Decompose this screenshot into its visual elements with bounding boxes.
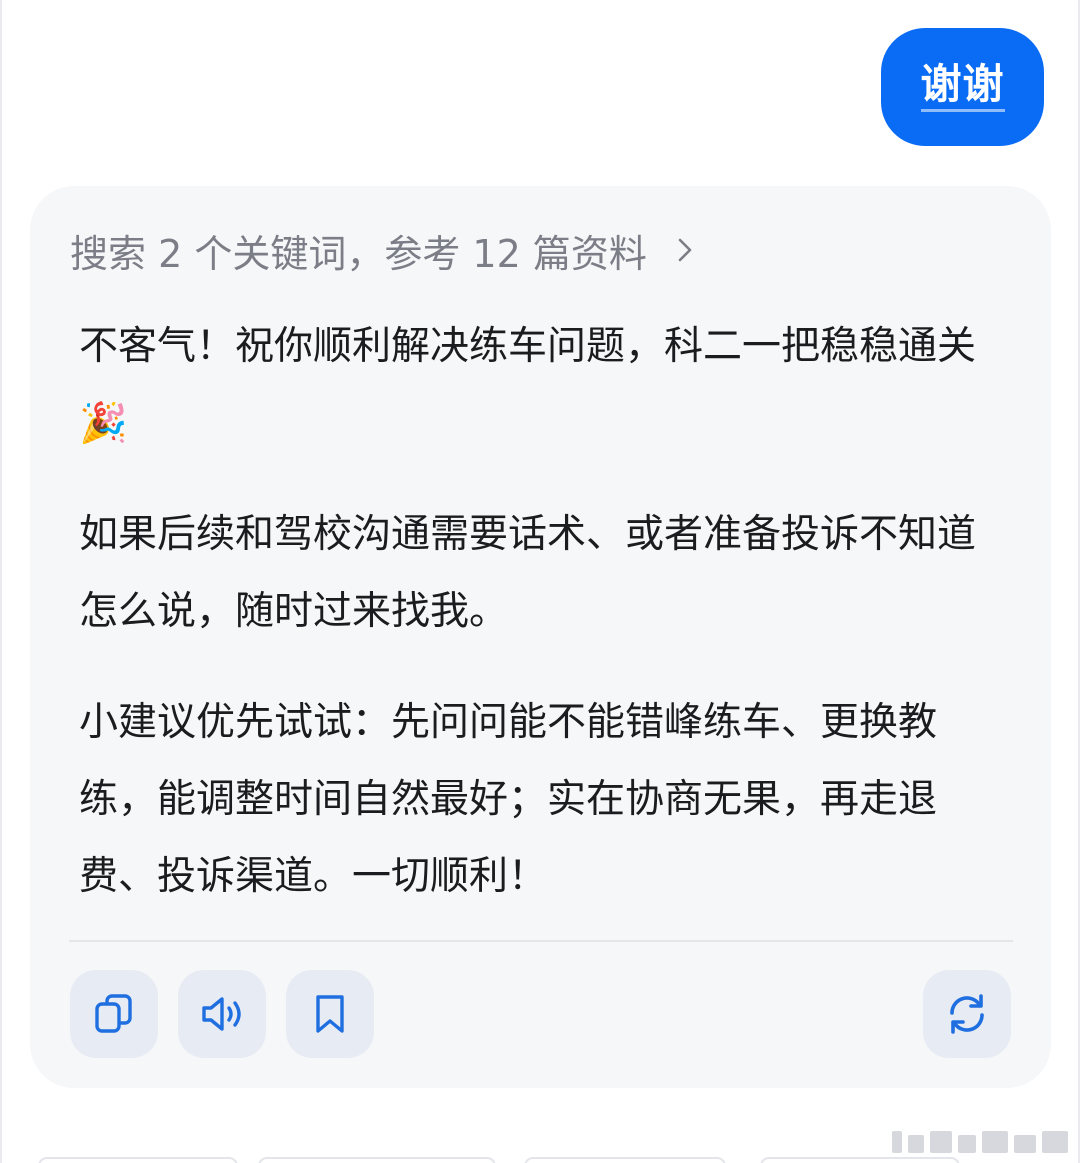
suggestion-chip[interactable]: [38, 1157, 238, 1163]
suggestion-chip[interactable]: [760, 1157, 960, 1163]
message-paragraph: 小建议优先试试：先问问能不能错峰练车、更换教练，能调整时间自然最好；实在协商无果…: [79, 700, 938, 899]
watermark-logo: [892, 1127, 1068, 1153]
chat-screen: 谢谢 搜索 2 个关键词，参考 12 篇资料 不客气！祝你顺利解决练车问题，科二…: [0, 0, 1080, 1163]
refresh-icon: [950, 994, 984, 1034]
bookmark-icon: [316, 995, 344, 1033]
message-paragraph: 如果后续和驾校沟通需要话术、或者准备投诉不知道怎么说，随时过来找我。: [79, 512, 977, 634]
suggestion-chip[interactable]: [258, 1157, 496, 1163]
user-message-text: 谢谢: [920, 61, 1005, 113]
copy-icon: [95, 994, 132, 1033]
assistant-reply-card: 搜索 2 个关键词，参考 12 篇资料 不客气！祝你顺利解决练车问题，科二一把稳…: [30, 186, 1051, 1088]
action-divider: [69, 940, 1013, 942]
user-message-bubble[interactable]: 谢谢: [881, 28, 1044, 146]
speaker-icon: [202, 997, 241, 1031]
chevron-right-icon: [678, 238, 692, 262]
read-aloud-button[interactable]: [178, 970, 266, 1058]
bookmark-button[interactable]: [286, 970, 374, 1058]
message-paragraph: 不客气！祝你顺利解决练车问题，科二一把稳稳通关🎉: [79, 324, 977, 446]
copy-button[interactable]: [70, 970, 158, 1058]
left-edge: [0, 0, 2, 1163]
suggestion-chip[interactable]: [524, 1157, 726, 1163]
assistant-message-body: 不客气！祝你顺利解决练车问题，科二一把稳稳通关🎉 如果后续和驾校沟通需要话术、或…: [79, 308, 979, 915]
regenerate-button[interactable]: [923, 970, 1011, 1058]
search-summary-link[interactable]: 搜索 2 个关键词，参考 12 篇资料: [70, 222, 697, 278]
search-summary-text: 搜索 2 个关键词，参考 12 篇资料: [70, 231, 647, 276]
